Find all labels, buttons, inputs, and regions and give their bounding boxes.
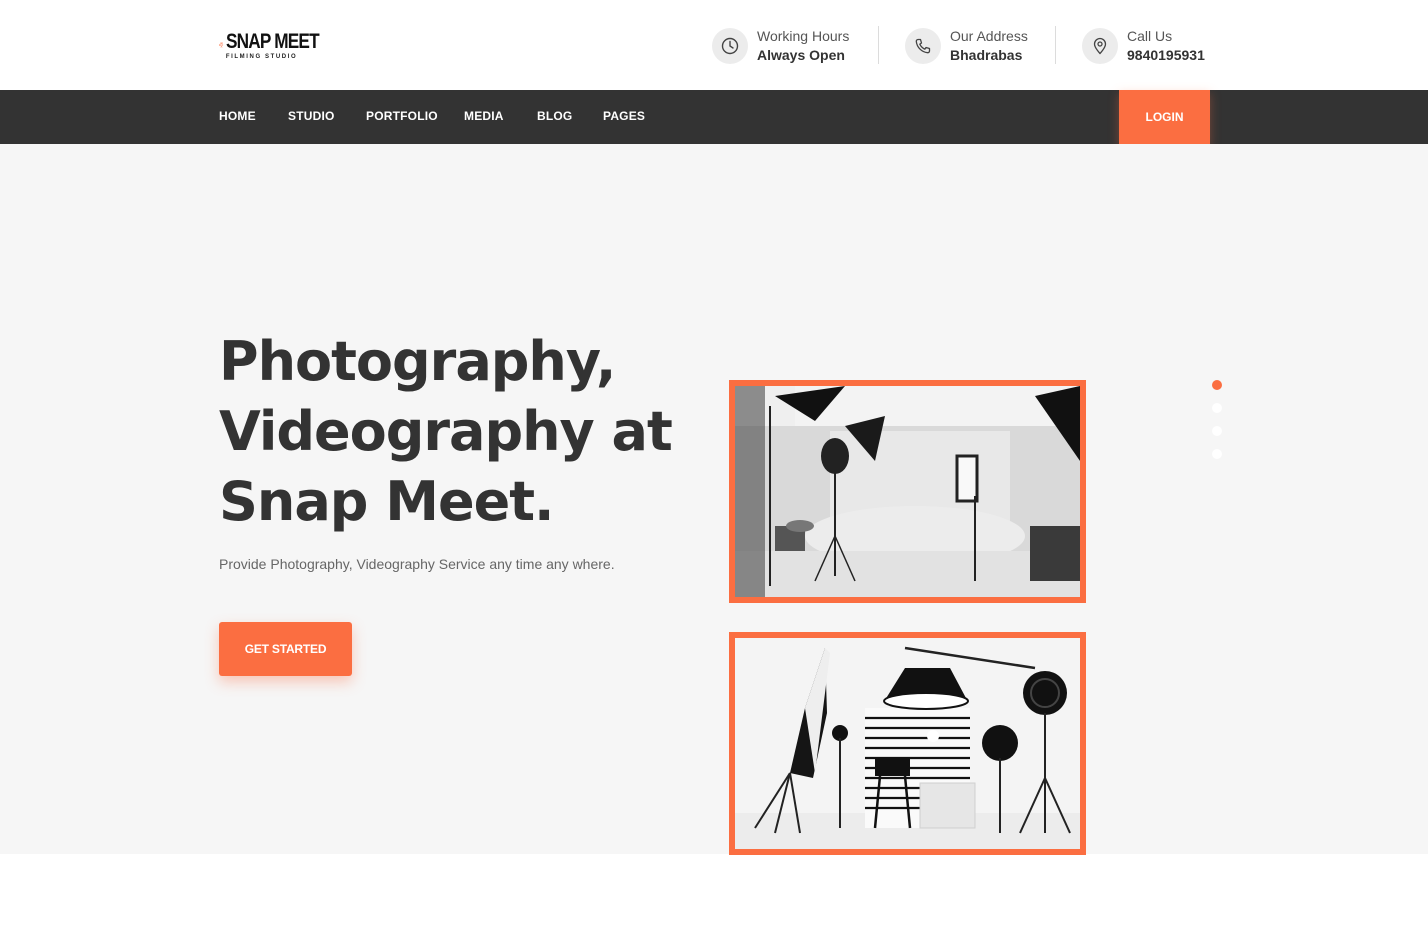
slider-dot[interactable] — [1212, 449, 1222, 459]
nav-item-home[interactable]: HOME — [219, 109, 256, 123]
hero-subtext: Provide Photography, Videography Service… — [219, 556, 615, 572]
logo-title: SNAP MEET — [225, 29, 320, 53]
login-button[interactable]: LOGIN — [1119, 90, 1210, 144]
address-label: Our Address — [950, 28, 1028, 44]
divider — [1055, 26, 1056, 64]
hero-headline: Photography, Videography at Snap Meet. — [219, 327, 699, 537]
camera-logo-icon — [219, 42, 223, 48]
call-us-label: Call Us — [1127, 28, 1173, 44]
location-pin-icon — [1082, 28, 1118, 64]
nav-item-blog[interactable]: BLOG — [537, 109, 572, 123]
logo[interactable]: SNAP MEET FILMING STUDIO — [219, 22, 339, 68]
working-hours-value: Always Open — [757, 47, 845, 63]
phone-icon — [905, 28, 941, 64]
studio-equipment-photo — [729, 632, 1086, 855]
nav-item-studio[interactable]: STUDIO — [288, 109, 335, 123]
nav-item-pages[interactable]: PAGES — [603, 109, 645, 123]
working-hours-label: Working Hours — [757, 28, 850, 44]
slider-dot[interactable] — [1212, 403, 1222, 413]
call-us-info: Call Us 9840195931 — [1082, 26, 1205, 66]
divider — [878, 26, 879, 64]
slider-pagination — [1212, 380, 1222, 472]
get-started-button[interactable]: GET STARTED — [219, 622, 352, 676]
call-us-value[interactable]: 9840195931 — [1127, 45, 1205, 65]
headline-line: Snap Meet. — [219, 470, 555, 533]
main-nav: HOME STUDIO PORTFOLIO MEDIA BLOG PAGES — [0, 90, 1428, 144]
nav-item-media[interactable]: MEDIA — [464, 109, 504, 123]
working-hours-info: Working Hours Always Open — [712, 26, 849, 66]
headline-line: Videography at — [219, 400, 673, 463]
studio-room-photo — [729, 380, 1086, 603]
slider-dot[interactable] — [1212, 380, 1222, 390]
nav-item-portfolio[interactable]: PORTFOLIO — [366, 109, 438, 123]
address-info: Our Address Bhadrabas — [905, 26, 1028, 66]
hero-section: Photography, Videography at Snap Meet. P… — [0, 144, 1428, 855]
clock-icon — [712, 28, 748, 64]
logo-tagline: FILMING STUDIO — [225, 53, 298, 60]
top-header: SNAP MEET FILMING STUDIO Working Hours A… — [0, 0, 1428, 90]
headline-line: Photography, — [219, 330, 616, 393]
slider-dot[interactable] — [1212, 426, 1222, 436]
address-value: Bhadrabas — [950, 47, 1023, 63]
